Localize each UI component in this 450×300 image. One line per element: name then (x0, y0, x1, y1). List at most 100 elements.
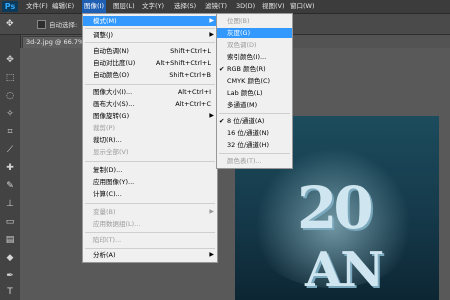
submenu-arrow-icon: ▶ (209, 31, 214, 38)
menu-item-label: 16 位/通道(N) (227, 129, 269, 137)
menu-item-analysis[interactable]: 分析(A) ▶ (83, 250, 217, 260)
menu-item-multichannel[interactable]: 多通道(M) (217, 100, 292, 110)
healing-brush-icon[interactable]: ✚ (3, 161, 17, 175)
menu-item-crop[interactable]: 裁剪(P) (83, 123, 217, 133)
menu-item-duotone[interactable]: 双色调(D) (217, 40, 292, 50)
menu-item-label: 裁剪(P) (93, 124, 115, 132)
menu-item-label: 图像旋转(G) (93, 112, 130, 120)
menu-item-label: 双色调(D) (227, 41, 257, 49)
menu-item-label: Lab 颜色(L) (227, 89, 263, 97)
menu-3d[interactable]: 3D(D) (236, 0, 255, 13)
move-tool-icon[interactable]: ✥ (6, 18, 18, 30)
mode-submenu: 位图(B) 灰度(G) 双色调(D) 索引颜色(I)... ✔ RGB 颜色(R… (216, 13, 293, 169)
eyedropper-icon[interactable]: ⟋ (3, 143, 17, 157)
menu-item-8-bit[interactable]: ✔ 8 位/通道(A) (217, 116, 292, 126)
checkmark-icon: ✔ (219, 65, 225, 73)
move-tool-icon[interactable]: ✥ (3, 53, 17, 67)
artwork-numerals: 20 (297, 174, 374, 242)
menu-layer[interactable]: 图层(L) (113, 0, 135, 13)
menu-item-label: 自动颜色(O) (93, 71, 130, 79)
menu-item-label: RGB 颜色(R) (227, 65, 266, 73)
menu-item-reveal-all[interactable]: 显示全部(V) (83, 147, 217, 157)
checkmark-icon: ✔ (219, 117, 225, 125)
menu-item-trim[interactable]: 裁切(R)... (83, 135, 217, 145)
menu-item-32-bit[interactable]: 32 位/通道(H) (217, 140, 292, 150)
menu-item-label: 索引颜色(I)... (227, 53, 267, 61)
menu-item-bitmap[interactable]: 位图(B) (217, 16, 292, 26)
menu-item-variables[interactable]: 变量(B) ▶ (83, 207, 217, 217)
lasso-tool-icon[interactable]: ◌ (3, 89, 17, 103)
menu-item-label: 颜色表(T)... (227, 157, 262, 165)
menu-item-label: 应用数据组(L)... (93, 220, 141, 228)
menu-item-auto-tone[interactable]: 自动色调(N) Shift+Ctrl+L (83, 46, 217, 56)
menu-select[interactable]: 选择(S) (174, 0, 196, 13)
menu-separator (85, 28, 215, 29)
menu-item-label: 调整(J) (93, 31, 113, 39)
menu-item-auto-contrast[interactable]: 自动对比度(U) Alt+Shift+Ctrl+L (83, 58, 217, 68)
submenu-arrow-icon: ▶ (209, 251, 214, 258)
menu-item-label: 多通道(M) (227, 101, 258, 109)
menu-item-calculations[interactable]: 计算(C)... (83, 189, 217, 199)
menu-window[interactable]: 窗口(W) (290, 0, 315, 13)
menu-separator (85, 161, 215, 162)
menu-item-label: 画布大小(S)... (93, 100, 135, 108)
menu-separator (219, 153, 290, 154)
menu-item-lab-color[interactable]: Lab 颜色(L) (217, 88, 292, 98)
menu-view[interactable]: 视图(V) (262, 0, 285, 13)
menu-bar: Ps 文件(F) 编辑(E) 图像(I) 图层(L) 文字(Y) 选择(S) 滤… (0, 0, 450, 14)
menu-item-shortcut: Alt+Ctrl+I (177, 88, 211, 96)
menu-separator (85, 232, 215, 233)
menu-edit[interactable]: 编辑(E) (52, 0, 74, 13)
menu-filter[interactable]: 滤镜(T) (205, 0, 227, 13)
menu-item-label: 32 位/通道(H) (227, 141, 269, 149)
menu-item-mode[interactable]: 模式(M) ▶ (83, 16, 217, 26)
menu-item-label: 分析(A) (93, 251, 116, 259)
menu-image[interactable]: 图像(I) (82, 0, 106, 13)
submenu-arrow-icon: ▶ (209, 112, 214, 119)
auto-select-checkbox[interactable] (37, 20, 46, 29)
menu-item-duplicate[interactable]: 复制(D)... (83, 165, 217, 175)
menu-item-image-rotation[interactable]: 图像旋转(G) ▶ (83, 111, 217, 121)
submenu-arrow-icon: ▶ (209, 17, 214, 24)
menu-item-label: 应用图像(Y)... (93, 178, 135, 186)
menu-item-label: 陷印(T)... (93, 236, 122, 244)
menu-item-rgb-color[interactable]: ✔ RGB 颜色(R) (217, 64, 292, 74)
pen-tool-icon[interactable]: ✒ (3, 269, 17, 283)
menu-item-color-table[interactable]: 颜色表(T)... (217, 156, 292, 166)
photoshop-logo: Ps (2, 1, 18, 12)
image-menu: 模式(M) ▶ 调整(J) ▶ 自动色调(N) Shift+Ctrl+L 自动对… (82, 13, 218, 263)
blur-tool-icon[interactable]: ◆ (3, 251, 17, 265)
stamp-tool-icon[interactable]: ⊥ (3, 197, 17, 211)
menu-item-cmyk-color[interactable]: CMYK 颜色(C) (217, 76, 292, 86)
gradient-tool-icon[interactable]: ▤ (3, 233, 17, 247)
menu-item-apply-image[interactable]: 应用图像(Y)... (83, 177, 217, 187)
menu-item-label: 变量(B) (93, 208, 116, 216)
magic-wand-icon[interactable]: ✧ (3, 107, 17, 121)
crop-tool-icon[interactable]: ⌗ (3, 125, 17, 139)
menu-item-apply-data-set[interactable]: 应用数据组(L)... (83, 219, 217, 229)
menu-item-indexed-color[interactable]: 索引颜色(I)... (217, 52, 292, 62)
menu-item-grayscale[interactable]: 灰度(G) (217, 28, 292, 38)
menu-separator (85, 203, 215, 204)
menu-item-image-size[interactable]: 图像大小(I)... Alt+Ctrl+I (83, 87, 217, 97)
marquee-tool-icon[interactable]: ⬚ (3, 71, 17, 85)
menu-item-label: 位图(B) (227, 17, 250, 25)
menu-item-label: 模式(M) (93, 17, 117, 25)
menu-type[interactable]: 文字(Y) (142, 0, 164, 13)
eraser-tool-icon[interactable]: ▭ (3, 215, 17, 229)
menu-item-adjustments[interactable]: 调整(J) ▶ (83, 30, 217, 40)
brush-tool-icon[interactable]: ✎ (3, 179, 17, 193)
menu-item-label: 图像大小(I)... (93, 88, 133, 96)
menu-separator (85, 42, 215, 43)
auto-select-label: 自动选择: (49, 21, 78, 29)
menu-file[interactable]: 文件(F) (26, 0, 48, 13)
menu-item-canvas-size[interactable]: 画布大小(S)... Alt+Ctrl+C (83, 99, 217, 109)
menu-item-auto-color[interactable]: 自动颜色(O) Shift+Ctrl+B (83, 70, 217, 80)
type-tool-icon[interactable]: T (3, 285, 17, 299)
menu-item-label: CMYK 颜色(C) (227, 77, 271, 85)
menu-item-shortcut: Shift+Ctrl+L (170, 47, 211, 55)
menu-item-16-bit[interactable]: 16 位/通道(N) (217, 128, 292, 138)
menu-separator (85, 84, 215, 85)
menu-item-label: 自动对比度(U) (93, 59, 136, 67)
menu-item-trap[interactable]: 陷印(T)... (83, 235, 217, 245)
